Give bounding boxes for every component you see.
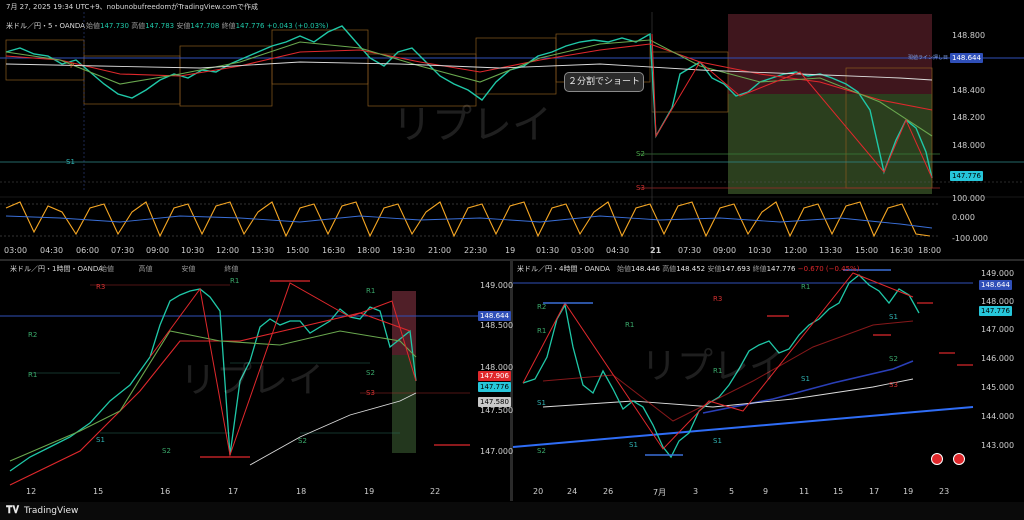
- h4-trendline: [513, 406, 974, 448]
- main-tick-3: 148.200: [952, 113, 986, 122]
- target-zone-green: [728, 94, 932, 194]
- h1-pivot-5: R1: [230, 277, 240, 285]
- h1-date-axis: 12 15 16 17 18 19 22: [26, 487, 441, 496]
- h1-line-tag: 148.644: [478, 311, 511, 321]
- footer-bar: 𝐓𝐕 TradingView: [0, 502, 1024, 520]
- main-line-price-tag: 148.644: [950, 53, 983, 63]
- h1-pivot-3: S1: [96, 436, 105, 444]
- h4-tick-2: 147.000: [981, 325, 1015, 334]
- h4-ohlc: 始値148.446 高値148.452 安値147.693 終値147.776 …: [617, 265, 860, 273]
- h1-pivot-4: S2: [162, 447, 171, 455]
- h1-tick-3: 147.500: [480, 406, 514, 415]
- h4-date-axis: 20 24 26 7月 3 5 9 11 15 17 19 23: [533, 487, 950, 497]
- h4-pivot-3: S2: [537, 447, 546, 455]
- h4-pivot-0: R2: [537, 303, 547, 311]
- replay-watermark: リプレイ: [392, 102, 552, 148]
- main-tick-4: 148.000: [952, 141, 986, 150]
- h4-event-flag-icon-2[interactable]: [953, 453, 965, 465]
- h1-pivot-0: R3: [96, 283, 106, 291]
- h1-pivot-7: R1: [366, 287, 376, 295]
- main-ohlc: 始値147.730 高値147.783 安値147.708 終値147.776 …: [86, 22, 329, 30]
- h4-line-tag: 148.644: [979, 280, 1012, 290]
- oscillator-blue: [5, 215, 933, 229]
- pivot-p-main: P: [70, 62, 75, 70]
- h1-pivot-2: R1: [28, 371, 38, 379]
- main-current-price-tag: 147.776: [950, 171, 983, 181]
- h4-symbol: 米ドル／円・4時間・OANDA: [517, 265, 610, 273]
- h4-pivot-8: S1: [713, 437, 722, 445]
- osc-tick-100: 100.000: [952, 194, 986, 203]
- h4-pivot-6: S1: [629, 441, 638, 449]
- h1-pivot-6: S2: [298, 437, 307, 445]
- h4-event-flag-icon-1[interactable]: [931, 453, 943, 465]
- h1-red-tag: 147.906: [478, 371, 511, 381]
- pivot-s1-main: S1: [66, 158, 75, 166]
- h1-tick-0: 149.000: [480, 281, 514, 290]
- osc-tick-0: 0.000: [952, 213, 975, 222]
- h4-pivot-11: S1: [889, 313, 898, 321]
- h4-watermark: リプレイ: [641, 346, 786, 387]
- h4-pivot-2: S1: [537, 399, 546, 407]
- h4-tick-4: 145.000: [981, 383, 1015, 392]
- h4-tick-6: 143.000: [981, 441, 1015, 450]
- h4-pivot-12: S2: [889, 355, 898, 363]
- h4-pivot-9: R1: [801, 283, 811, 291]
- h4-tick-3: 146.000: [981, 354, 1015, 363]
- created-by-line: 7月 27, 2025 19:34 UTC+9、nobunobufreedomが…: [6, 3, 259, 11]
- brand-name: TradingView: [24, 506, 79, 516]
- h1-ohlc-labels: 始値 高値 安値 終値: [100, 265, 239, 273]
- h1-pivot-9: S3: [366, 389, 375, 397]
- main-time-axis: 03:00 04:30 06:00 07:30 09:00 10:30 12:0…: [4, 246, 942, 255]
- h1-chart-panel[interactable]: 米ドル／円・1時間・OANDA 始値 高値 安値 終値 R3 R2 R1 S1 …: [0, 261, 514, 501]
- main-line-note: 現値ライン押し目: [908, 55, 949, 61]
- short-annotation-label[interactable]: ２分割でショート: [564, 72, 644, 92]
- h1-pivot-1: R2: [28, 331, 38, 339]
- pivot-s2-main: S2: [636, 150, 645, 158]
- tradingview-logo-icon: 𝐓𝐕: [6, 505, 20, 516]
- h1-symbol: 米ドル／円・1時間・OANDA: [10, 265, 103, 273]
- h4-pivot-1: R1: [537, 327, 547, 335]
- main-tick-0: 148.800: [952, 31, 986, 40]
- h4-pivot-13: S3: [889, 381, 898, 389]
- h4-tick-1: 148.000: [981, 297, 1015, 306]
- h1-cyan-tag: 147.776: [478, 382, 511, 392]
- h4-cyan-tag: 147.776: [979, 306, 1012, 316]
- h1-watermark: リプレイ: [180, 360, 325, 401]
- pivot-s3-main: S3: [636, 184, 645, 192]
- h4-tick-5: 144.000: [981, 412, 1015, 421]
- oscillator-orange: [5, 201, 931, 238]
- h4-chart-panel[interactable]: 米ドル／円・4時間・OANDA 始値148.446 高値148.452 安値14…: [513, 261, 1024, 501]
- h4-pivot-10: S1: [801, 375, 810, 383]
- h1-tick-1: 148.500: [480, 321, 514, 330]
- osc-tick-neg100: -100.000: [952, 234, 988, 243]
- h4-pivot-4: R3: [713, 295, 723, 303]
- h1-tick-4: 147.000: [480, 447, 514, 456]
- h4-tick-0: 149.000: [981, 269, 1015, 278]
- main-chart-panel[interactable]: 米ドル／円・5・OANDA 始値147.730 高値147.783 安値147.…: [0, 12, 1024, 260]
- h1-pivot-8: S2: [366, 369, 375, 377]
- main-symbol: 米ドル／円・5・OANDA: [6, 22, 85, 30]
- main-tick-2: 148.400: [952, 86, 986, 95]
- h4-pivot-5: R1: [625, 321, 635, 329]
